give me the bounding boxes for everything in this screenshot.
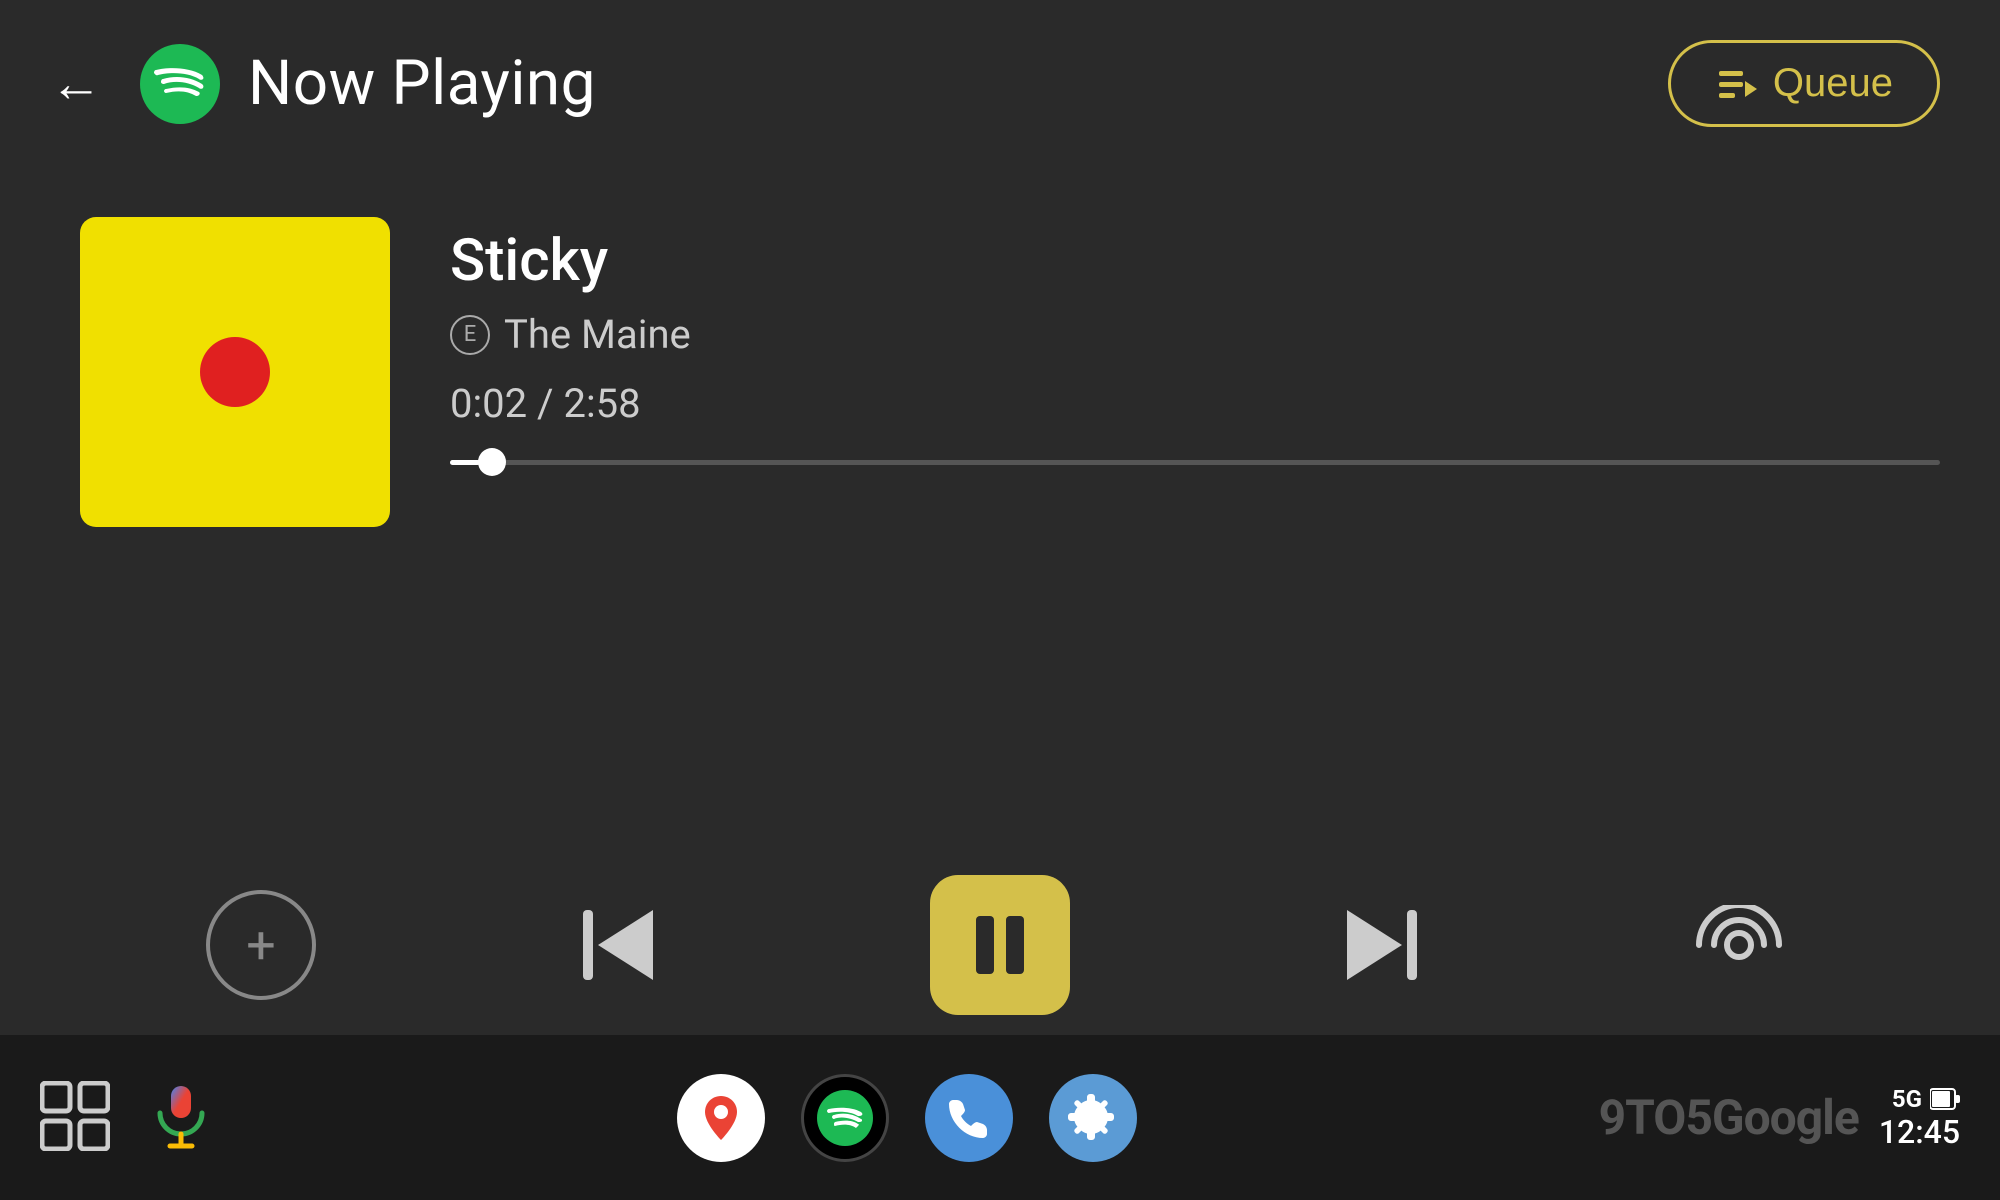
artist-name: The Maine bbox=[504, 311, 691, 358]
queue-icon bbox=[1715, 63, 1757, 105]
microphone-button[interactable] bbox=[146, 1081, 216, 1155]
grid-button[interactable] bbox=[40, 1081, 110, 1155]
play-pause-button[interactable] bbox=[930, 875, 1070, 1015]
progress-fill bbox=[450, 460, 480, 465]
battery-icon bbox=[1930, 1087, 1960, 1111]
controls-bar: + bbox=[0, 875, 2000, 1015]
taskbar: 9TO5Google 5G 12:45 bbox=[0, 1035, 2000, 1200]
spotify-app-icon[interactable] bbox=[801, 1074, 889, 1162]
microphone-icon bbox=[146, 1081, 216, 1151]
spotify-taskbar-icon bbox=[817, 1090, 873, 1146]
track-artist: E The Maine bbox=[450, 311, 1940, 358]
queue-button[interactable]: Queue bbox=[1668, 40, 1940, 127]
maps-app-icon[interactable] bbox=[677, 1074, 765, 1162]
album-art-dot bbox=[200, 337, 270, 407]
progress-bar[interactable] bbox=[450, 455, 1940, 469]
clock: 12:45 bbox=[1879, 1113, 1960, 1151]
maps-icon bbox=[695, 1092, 747, 1144]
phone-icon bbox=[943, 1092, 995, 1144]
cast-button[interactable] bbox=[1684, 890, 1794, 1000]
signal-text: 5G bbox=[1892, 1085, 1922, 1113]
progress-thumb bbox=[478, 448, 506, 476]
status-icons: 5G bbox=[1879, 1085, 1960, 1113]
next-icon bbox=[1337, 910, 1417, 980]
explicit-icon: E bbox=[450, 315, 490, 355]
page-title: Now Playing bbox=[248, 47, 596, 120]
phone-app-icon[interactable] bbox=[925, 1074, 1013, 1162]
taskbar-right: 9TO5Google 5G 12:45 bbox=[1599, 1085, 1960, 1151]
add-button[interactable]: + bbox=[206, 890, 316, 1000]
pause-bar-right bbox=[1006, 916, 1024, 974]
main-content: Sticky E The Maine 0:02 / 2:58 bbox=[0, 157, 2000, 567]
cast-icon bbox=[1694, 905, 1784, 985]
header-left: ← Now Playing bbox=[50, 44, 596, 124]
queue-button-label: Queue bbox=[1773, 61, 1893, 106]
add-icon: + bbox=[246, 915, 276, 976]
grid-icon bbox=[40, 1081, 110, 1151]
track-time: 0:02 / 2:58 bbox=[450, 380, 1940, 427]
taskbar-center bbox=[216, 1074, 1599, 1162]
settings-app-icon[interactable] bbox=[1049, 1074, 1137, 1162]
next-button[interactable] bbox=[1322, 890, 1432, 1000]
previous-icon bbox=[583, 910, 663, 980]
settings-icon bbox=[1067, 1092, 1119, 1144]
previous-button[interactable] bbox=[568, 890, 678, 1000]
progress-track bbox=[450, 460, 1940, 465]
time-status: 5G 12:45 bbox=[1879, 1085, 1960, 1151]
taskbar-left bbox=[40, 1081, 216, 1155]
spotify-logo-icon bbox=[140, 44, 220, 124]
track-info: Sticky E The Maine 0:02 / 2:58 bbox=[450, 217, 1940, 469]
pause-icon bbox=[976, 916, 1024, 974]
album-art bbox=[80, 217, 390, 527]
pause-bar-left bbox=[976, 916, 994, 974]
back-button[interactable]: ← bbox=[50, 58, 102, 110]
track-title: Sticky bbox=[450, 227, 1940, 295]
header: ← Now Playing Queue bbox=[0, 0, 2000, 157]
watermark: 9TO5Google bbox=[1599, 1089, 1859, 1146]
